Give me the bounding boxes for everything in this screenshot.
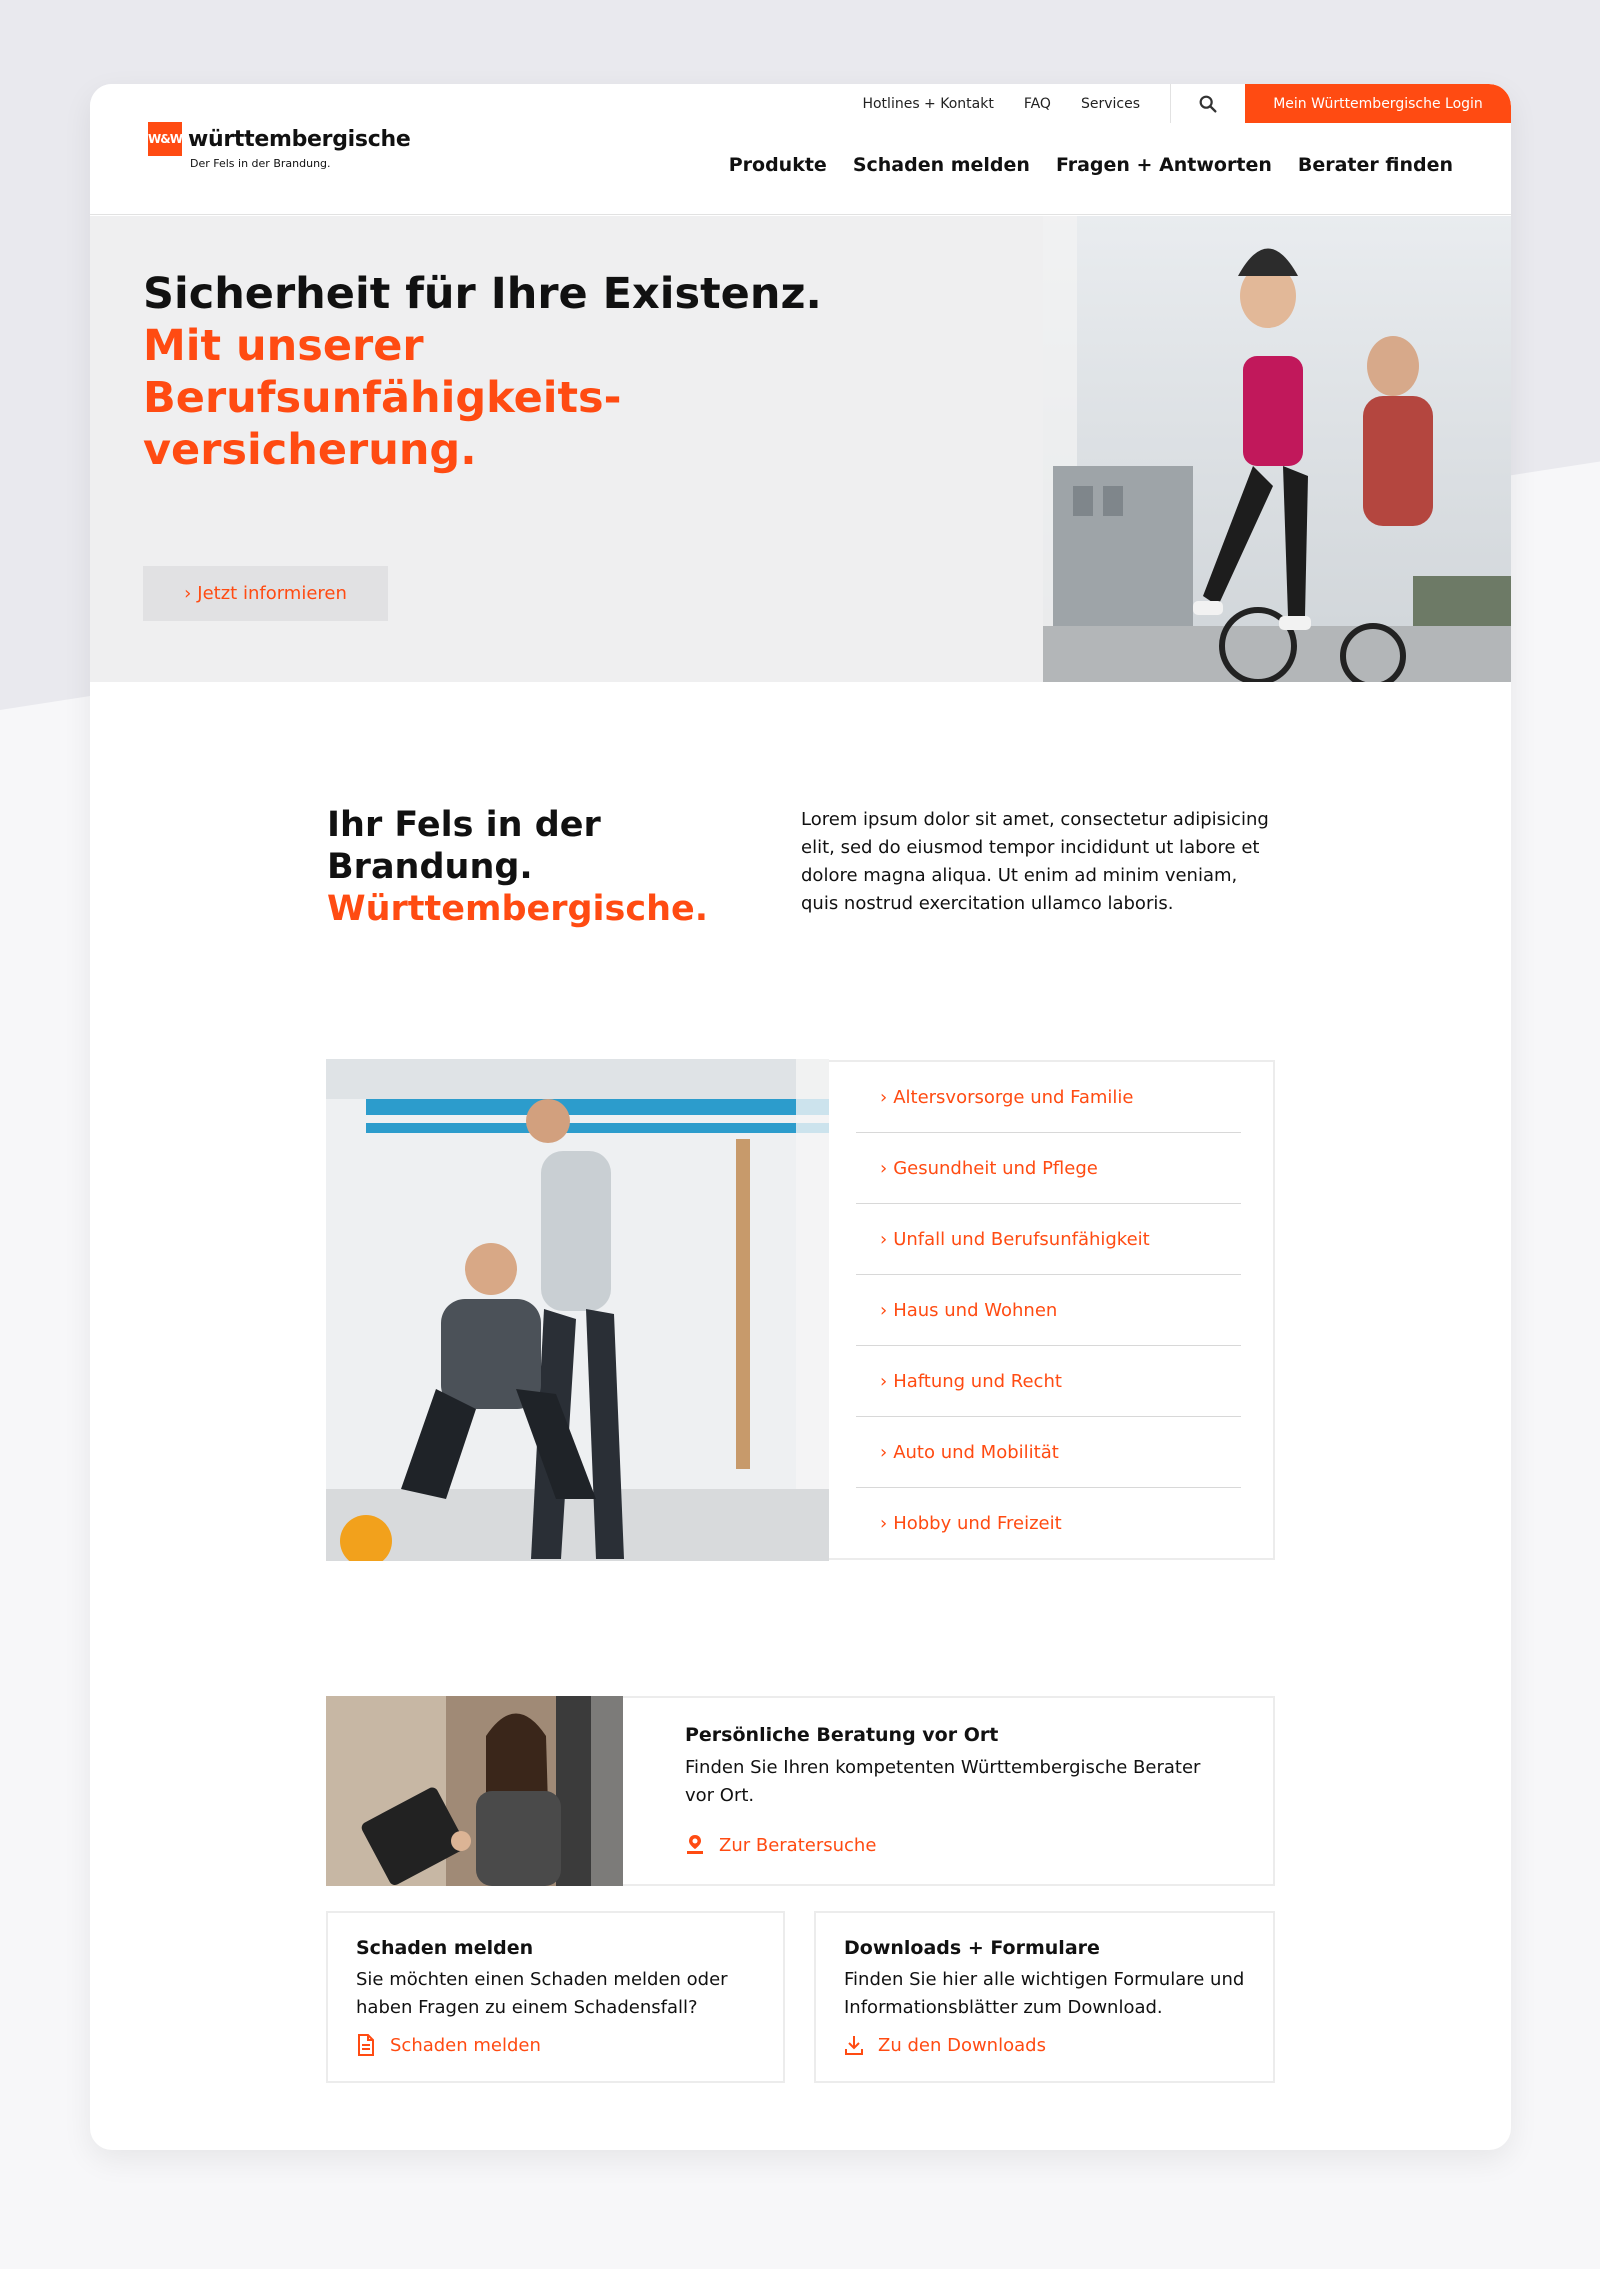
intro-text: Lorem ipsum dolor sit amet, consectetur … xyxy=(801,809,1269,914)
product-link-label: Haus und Wohnen xyxy=(893,1299,1058,1321)
chevron-right-icon: › xyxy=(184,583,192,604)
nav-item-schaden-melden[interactable]: Schaden melden xyxy=(853,154,1030,176)
main-nav: Produkte Schaden melden Fragen + Antwort… xyxy=(703,154,1453,176)
download-icon xyxy=(845,2036,863,2055)
chevron-right-icon: › xyxy=(880,1228,888,1250)
advisor-image xyxy=(326,1696,623,1886)
nav-item-fragen-antworten[interactable]: Fragen + Antworten xyxy=(1056,154,1272,176)
brand-tagline: Der Fels in der Brandung. xyxy=(190,157,331,170)
products-list: › Altersvorsorge und Familie › Gesundhei… xyxy=(829,1060,1275,1560)
top-link-faq[interactable]: FAQ xyxy=(1024,96,1051,112)
hero-cta-label: Jetzt informieren xyxy=(197,583,347,604)
claims-link-label: Schaden melden xyxy=(390,2034,541,2056)
site-header: W&W württembergische Der Fels in der Bra… xyxy=(90,84,1511,215)
product-link-label: Unfall und Berufsunfähigkeit xyxy=(893,1228,1150,1250)
intro-title-line2: Brandung. xyxy=(327,847,533,887)
advisor-title: Persönliche Beratung vor Ort xyxy=(685,1724,999,1746)
brand-mark: W&W xyxy=(148,122,183,156)
login-button[interactable]: Mein Württembergische Login xyxy=(1245,84,1511,123)
top-nav-divider xyxy=(1170,84,1171,123)
search-icon[interactable] xyxy=(1197,93,1219,115)
downloads-link-label: Zu den Downloads xyxy=(878,2034,1046,2056)
advisor-link-label: Zur Beratersuche xyxy=(719,1834,877,1856)
downloads-link[interactable]: Zu den Downloads xyxy=(844,2034,1046,2056)
product-link-label: Gesundheit und Pflege xyxy=(893,1157,1098,1179)
chevron-right-icon: › xyxy=(880,1370,888,1392)
hero-image xyxy=(1043,216,1511,682)
claims-text: Sie möchten einen Schaden melden oder ha… xyxy=(356,1969,728,2018)
top-link-services[interactable]: Services xyxy=(1081,96,1140,112)
hero-title-line2: Mit unserer Berufsunfähigkeits- xyxy=(143,321,622,423)
document-icon xyxy=(358,2034,374,2056)
nav-item-berater-finden[interactable]: Berater finden xyxy=(1298,154,1453,176)
hero-title: Sicherheit für Ihre Existenz. Mit unsere… xyxy=(143,268,903,476)
product-link-label: Altersvorsorge und Familie xyxy=(893,1086,1134,1108)
advisor-text: Finden Sie Ihren kompetenten Württemberg… xyxy=(685,1757,1201,1806)
claims-link[interactable]: Schaden melden xyxy=(356,2034,541,2056)
downloads-text: Finden Sie hier alle wichtigen Formulare… xyxy=(844,1969,1245,2018)
top-nav: Hotlines + Kontakt FAQ Services Mein Wür… xyxy=(862,84,1511,123)
product-link-hobby[interactable]: › Hobby und Freizeit xyxy=(856,1488,1241,1559)
chevron-right-icon: › xyxy=(880,1157,888,1179)
product-link-label: Auto und Mobilität xyxy=(893,1441,1059,1463)
location-person-icon xyxy=(687,1835,703,1854)
hero-cta-button[interactable]: › Jetzt informieren xyxy=(143,566,388,621)
advisor-search-link[interactable]: Zur Beratersuche xyxy=(685,1834,876,1856)
product-link-haus[interactable]: › Haus und Wohnen xyxy=(856,1275,1241,1346)
claims-teaser: Schaden melden Sie möchten einen Schaden… xyxy=(326,1911,785,2083)
intro-title: Ihr Fels in der Brandung. Württembergisc… xyxy=(327,804,747,930)
hero-banner: Sicherheit für Ihre Existenz. Mit unsere… xyxy=(90,216,1511,682)
product-link-haftung[interactable]: › Haftung und Recht xyxy=(856,1346,1241,1417)
claims-title: Schaden melden xyxy=(356,1937,534,1959)
products-image xyxy=(326,1059,829,1561)
intro-title-line3: Württembergische. xyxy=(327,889,709,929)
chevron-right-icon: › xyxy=(880,1513,888,1534)
downloads-title: Downloads + Formulare xyxy=(844,1937,1100,1959)
product-link-label: Haftung und Recht xyxy=(893,1370,1062,1392)
chevron-right-icon: › xyxy=(880,1086,888,1108)
brand-logo[interactable]: W&W württembergische Der Fels in der Bra… xyxy=(148,122,411,170)
product-link-label: Hobby und Freizeit xyxy=(893,1513,1062,1534)
chevron-right-icon: › xyxy=(880,1441,888,1463)
brand-name: württembergische xyxy=(188,126,411,152)
product-link-auto[interactable]: › Auto und Mobilität xyxy=(856,1417,1241,1488)
product-link-unfall[interactable]: › Unfall und Berufsunfähigkeit xyxy=(856,1204,1241,1275)
nav-item-produkte[interactable]: Produkte xyxy=(729,154,827,176)
advisor-teaser: Persönliche Beratung vor Ort Finden Sie … xyxy=(326,1696,1275,1886)
product-link-altersvorsorge[interactable]: › Altersvorsorge und Familie xyxy=(856,1062,1241,1133)
page-card: W&W württembergische Der Fels in der Bra… xyxy=(90,84,1511,2150)
top-link-hotlines[interactable]: Hotlines + Kontakt xyxy=(862,96,993,112)
intro-title-line1: Ihr Fels in der xyxy=(327,805,601,845)
downloads-teaser: Downloads + Formulare Finden Sie hier al… xyxy=(814,1911,1275,2083)
hero-title-line3: versicherung. xyxy=(143,425,477,475)
product-link-gesundheit[interactable]: › Gesundheit und Pflege xyxy=(856,1133,1241,1204)
hero-title-line1: Sicherheit für Ihre Existenz. xyxy=(143,269,822,319)
chevron-right-icon: › xyxy=(880,1299,888,1321)
